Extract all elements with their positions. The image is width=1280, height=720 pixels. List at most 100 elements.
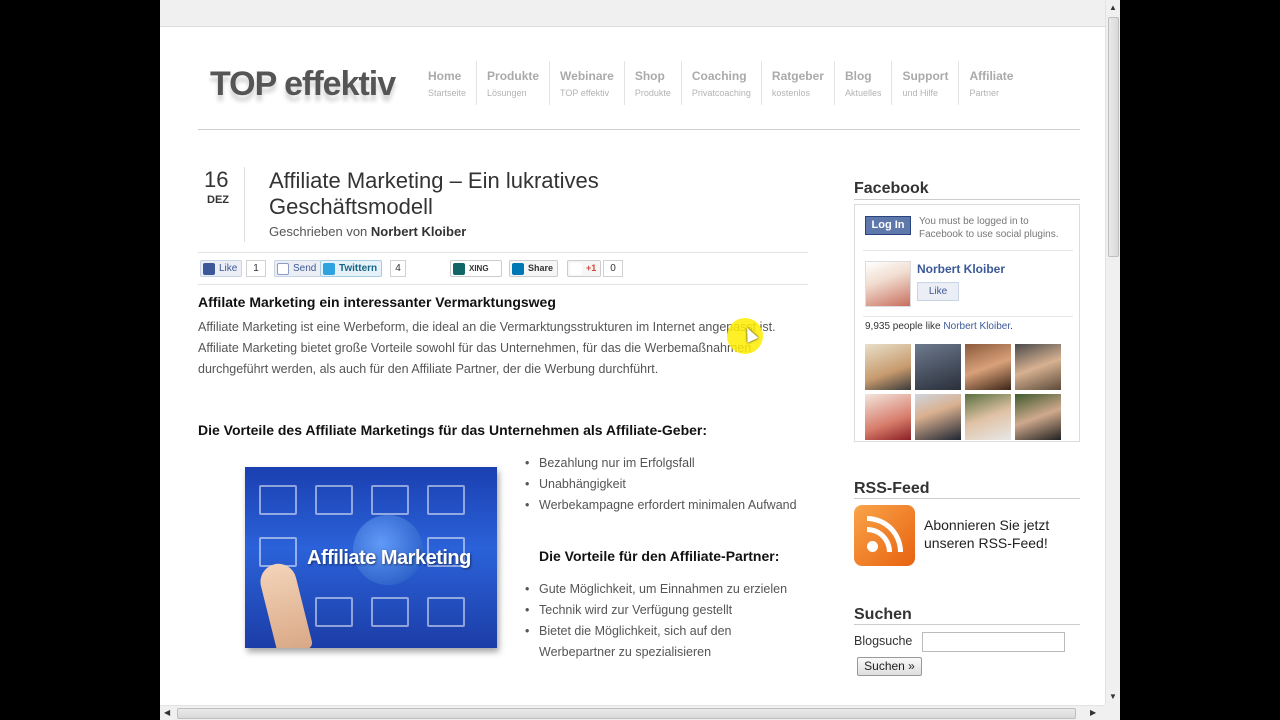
nav-subtitle: Produkte bbox=[634, 88, 671, 98]
nav-item-coaching[interactable]: Coaching Privatcoaching bbox=[680, 61, 761, 105]
site-logo[interactable]: TOP effektiv bbox=[210, 65, 396, 104]
nav-title: Home bbox=[428, 69, 462, 83]
nav-item-ratgeber[interactable]: Ratgeber kostenlos bbox=[760, 61, 834, 105]
hand-graphic bbox=[256, 559, 314, 648]
facebook-send-button[interactable]: Send bbox=[274, 260, 322, 277]
post-title[interactable]: Affiliate Marketing – Ein lukratives Ges… bbox=[269, 168, 699, 220]
gplus-count: 0 bbox=[603, 260, 623, 277]
xing-button[interactable]: XING bbox=[450, 260, 502, 277]
intro-paragraph: Affiliate Marketing ist eine Werbeform, … bbox=[198, 320, 776, 376]
nav-subtitle: Aktuelles bbox=[844, 88, 882, 98]
nav-title: Shop bbox=[634, 69, 665, 83]
fan-count-suffix: . bbox=[1010, 321, 1013, 332]
nav-subtitle: Startseite bbox=[428, 88, 467, 98]
fan-count-prefix: 9,935 people like bbox=[865, 321, 944, 332]
nav-item-affiliate[interactable]: Affiliate Partner bbox=[958, 61, 1023, 105]
list-item: Bietet die Möglichkeit, sich auf den Wer… bbox=[539, 621, 809, 663]
horizontal-scroll-thumb[interactable] bbox=[177, 708, 1076, 719]
fan-avatar[interactable] bbox=[965, 394, 1011, 440]
facebook-heading: Facebook bbox=[854, 180, 929, 197]
fan-avatar[interactable] bbox=[915, 344, 961, 390]
horizontal-scrollbar[interactable]: ◀ ▶ bbox=[160, 705, 1105, 720]
nav-title: Produkte bbox=[487, 69, 540, 83]
post-byline: Geschrieben von Norbert Kloiber bbox=[269, 224, 466, 239]
fan-avatar[interactable] bbox=[865, 344, 911, 390]
main-navigation: Home Startseite Produkte Lösungen Webinare… bbox=[418, 61, 1023, 105]
rss-heading: RSS-Feed bbox=[854, 480, 930, 497]
image-tile bbox=[371, 485, 409, 515]
fan-count-page-link[interactable]: Norbert Kloiber bbox=[943, 321, 1010, 332]
image-tile bbox=[315, 485, 353, 515]
nav-item-home[interactable]: Home Startseite bbox=[418, 61, 476, 105]
post-date-month: DEZ bbox=[207, 194, 229, 206]
social-divider-bottom bbox=[198, 284, 808, 285]
header-divider bbox=[198, 129, 1080, 130]
gplus-label: +1 bbox=[586, 263, 597, 273]
nav-subtitle: und Hilfe bbox=[902, 88, 938, 98]
like-label: Like bbox=[928, 286, 948, 297]
image-tile bbox=[259, 485, 297, 515]
twitter-button[interactable]: Twittern bbox=[320, 260, 383, 277]
web-page: TOP effektiv Home Startseite Produkte Lösu… bbox=[160, 27, 1105, 705]
list-item: Werbekampagne erfordert minimalen Aufwan… bbox=[539, 495, 809, 516]
send-label: Send bbox=[293, 263, 317, 274]
sidebar-divider bbox=[854, 199, 1080, 200]
facebook-like-box: Log In You must be logged in to Facebook… bbox=[854, 204, 1080, 442]
nav-title: Ratgeber bbox=[771, 69, 824, 83]
facebook-fan-count: 9,935 people like Norbert Kloiber. bbox=[865, 321, 1013, 332]
image-caption: Affiliate Marketing bbox=[307, 547, 471, 569]
facebook-like-button[interactable]: Like bbox=[200, 260, 243, 277]
content-subheading: Affilate Marketing ein interessanter Ver… bbox=[198, 294, 556, 310]
nav-subtitle: kostenlos bbox=[771, 88, 810, 98]
list-item: Bezahlung nur im Erfolgsfall bbox=[539, 453, 809, 474]
date-divider bbox=[244, 167, 245, 242]
linkedin-icon bbox=[512, 263, 524, 275]
vertical-scrollbar[interactable]: ▲ ▼ bbox=[1105, 0, 1120, 705]
scroll-left-icon[interactable]: ◀ bbox=[164, 708, 170, 717]
linkedin-share-button[interactable]: Share bbox=[509, 260, 559, 277]
fan-avatar[interactable] bbox=[915, 394, 961, 440]
fan-avatar[interactable] bbox=[1015, 344, 1061, 390]
search-label: Blogsuche bbox=[854, 634, 913, 648]
rss-dot bbox=[867, 541, 878, 552]
google-plus-one-button[interactable]: +1 bbox=[567, 260, 602, 277]
byline-prefix: Geschrieben von bbox=[269, 224, 371, 239]
search-heading: Suchen bbox=[854, 606, 912, 623]
post-date-day: 16 bbox=[204, 167, 229, 192]
fan-avatar[interactable] bbox=[1015, 394, 1061, 440]
avatar[interactable] bbox=[865, 261, 911, 307]
nav-title: Blog bbox=[844, 69, 872, 83]
facebook-separator bbox=[863, 316, 1073, 317]
scroll-right-icon[interactable]: ▶ bbox=[1090, 708, 1096, 717]
scroll-up-icon[interactable]: ▲ bbox=[1109, 3, 1117, 12]
nav-item-blog[interactable]: Blog Aktuelles bbox=[833, 61, 892, 105]
rss-subscribe-link[interactable]: Abonnieren Sie jetzt unseren RSS-Feed! bbox=[924, 516, 1074, 552]
facebook-login-button[interactable]: Log In bbox=[865, 216, 911, 235]
search-input[interactable] bbox=[922, 632, 1065, 652]
image-tile bbox=[427, 597, 465, 627]
scroll-down-icon[interactable]: ▼ bbox=[1109, 692, 1117, 701]
fan-avatar[interactable] bbox=[965, 344, 1011, 390]
search-button[interactable]: Suchen » bbox=[857, 657, 922, 676]
author-link[interactable]: Norbert Kloiber bbox=[371, 224, 466, 239]
content-subheading: Die Vorteile für den Affiliate-Partner: bbox=[539, 548, 780, 564]
xing-icon bbox=[453, 263, 465, 275]
twitter-label: Twittern bbox=[339, 263, 378, 274]
linkedin-share-label: Share bbox=[528, 263, 554, 273]
vertical-scroll-thumb[interactable] bbox=[1108, 17, 1119, 257]
nav-item-webinare[interactable]: Webinare TOP effektiv bbox=[549, 61, 624, 105]
list-item: Technik wird zur Verfügung gestellt bbox=[539, 600, 809, 621]
fan-avatar[interactable] bbox=[865, 394, 911, 440]
list-item: Gute Möglichkeit, um Einnahmen zu erziel… bbox=[539, 579, 809, 600]
rss-icon[interactable] bbox=[854, 505, 915, 566]
page-top-strip bbox=[160, 0, 1105, 27]
nav-title: Affiliate bbox=[969, 69, 1014, 83]
nav-item-support[interactable]: Support und Hilfe bbox=[891, 61, 958, 105]
facebook-page-link[interactable]: Norbert Kloiber bbox=[917, 262, 1005, 276]
affiliate-marketing-image: Affiliate Marketing bbox=[245, 467, 497, 648]
nav-title: Support bbox=[902, 69, 949, 83]
nav-item-produkte[interactable]: Produkte Lösungen bbox=[476, 61, 549, 105]
facebook-separator bbox=[863, 250, 1073, 251]
facebook-page-like-button[interactable]: Like bbox=[917, 282, 959, 301]
nav-item-shop[interactable]: Shop Produkte bbox=[623, 61, 681, 105]
